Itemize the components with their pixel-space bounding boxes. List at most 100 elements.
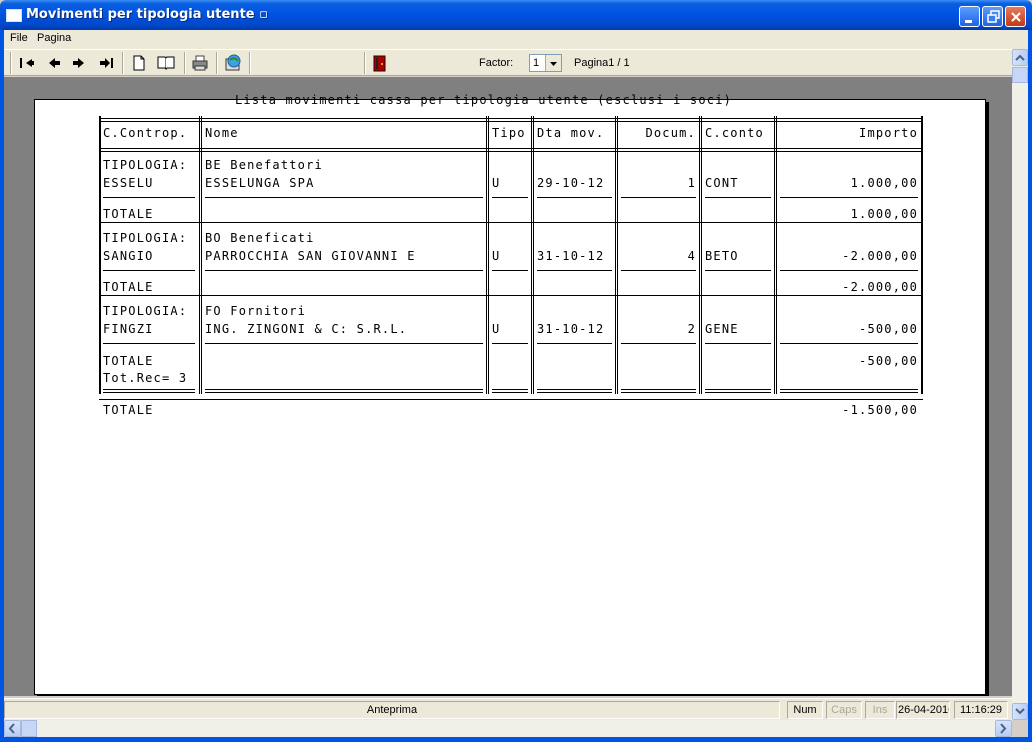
row-underline (780, 343, 918, 344)
single-page-icon[interactable] (129, 53, 149, 73)
toolbar-separator (184, 52, 186, 74)
column-separator (531, 116, 532, 394)
row-underline (705, 270, 771, 271)
table-bottom-line (537, 389, 612, 393)
prev-page-icon[interactable] (44, 53, 64, 73)
group-separator (101, 295, 921, 296)
row-doc: 1 (687, 176, 696, 190)
group-total-value: 1.000,00 (850, 207, 918, 221)
report-title: Lista movimenti cassa per tipologia uten… (235, 93, 733, 107)
column-separator (701, 116, 702, 394)
status-bar: Anteprima Num Caps Ins 26-04-2016 11:16:… (4, 698, 1012, 721)
toolbar-separator (249, 52, 251, 74)
row-conto: GENE (705, 322, 739, 336)
table-bottom-line (780, 389, 918, 393)
row-date: 31-10-12 (537, 249, 605, 263)
table-bottom-line (492, 389, 528, 393)
group-total-value: -2.000,00 (842, 280, 918, 294)
scroll-down-button[interactable] (1012, 703, 1028, 720)
row-underline (205, 197, 483, 198)
group-separator (101, 222, 921, 223)
column-separator (776, 116, 777, 394)
next-page-icon[interactable] (69, 53, 89, 73)
print-preview-area[interactable]: Lista movimenti cassa per tipologia uten… (4, 77, 1012, 696)
first-page-icon[interactable] (16, 53, 36, 73)
print-icon[interactable] (190, 53, 210, 73)
factor-select[interactable]: 1 (529, 54, 562, 72)
two-pages-icon[interactable] (156, 53, 176, 73)
scroll-left-button[interactable] (4, 720, 21, 737)
close-button[interactable] (1005, 6, 1026, 27)
status-main: Anteprima (4, 701, 780, 719)
grand-total-label: TOTALE (103, 403, 154, 417)
page-indicator: Pagina1 / 1 (574, 57, 630, 69)
scroll-up-button[interactable] (1012, 49, 1028, 66)
menu-file[interactable]: File (10, 32, 28, 44)
row-underline (103, 197, 195, 198)
row-importo: -2.000,00 (842, 249, 918, 263)
header-bottom-line (101, 148, 921, 152)
chevron-right-icon (1000, 723, 1007, 734)
group-tipologia: BO Beneficati (205, 231, 315, 245)
status-ins: Ins (865, 701, 895, 719)
window-title: Movimenti per tipologia utente ▫ (26, 7, 268, 22)
exit-door-icon[interactable] (370, 53, 390, 73)
row-doc: 2 (687, 322, 696, 336)
row-underline (780, 197, 918, 198)
group-label: TIPOLOGIA: (103, 158, 188, 172)
toolbar-separator (122, 52, 124, 74)
group-label: TIPOLOGIA: (103, 231, 188, 245)
vertical-scrollbar[interactable] (1012, 49, 1028, 720)
export-icon[interactable] (223, 53, 243, 73)
chevron-down-icon (1015, 708, 1025, 715)
header-nome: Nome (205, 126, 239, 140)
menu-bar: File Pagina (4, 30, 1028, 49)
scroll-thumb[interactable] (1012, 67, 1028, 83)
scroll-right-button[interactable] (995, 720, 1012, 737)
header-docum: Docum. (645, 126, 696, 140)
last-page-icon[interactable] (96, 53, 116, 73)
app-window-icon (6, 9, 22, 22)
toolbar-separator (216, 52, 218, 74)
column-separator (615, 116, 616, 394)
restore-button[interactable] (982, 6, 1003, 27)
factor-label: Factor: (479, 57, 514, 69)
row-underline (492, 270, 528, 271)
group-total-value: -500,00 (859, 354, 918, 368)
header-cconto: C.conto (705, 126, 764, 140)
column-separator (774, 116, 775, 394)
table-bottom-line (103, 389, 195, 393)
row-underline (705, 343, 771, 344)
row-code: ESSELU (103, 176, 154, 190)
row-underline (492, 197, 528, 198)
minimize-icon (965, 20, 972, 23)
row-tipo: U (492, 322, 501, 336)
hscroll-thumb[interactable] (21, 720, 37, 737)
report-page: Lista movimenti cassa per tipologia uten… (34, 93, 986, 695)
window-frame-bottom (0, 737, 1032, 742)
group-tipologia: FO Fornitori (205, 304, 307, 318)
minimize-button[interactable] (959, 6, 980, 27)
row-doc: 4 (687, 249, 696, 263)
horizontal-scrollbar[interactable] (4, 720, 1012, 737)
group-total-label: TOTALE (103, 280, 154, 294)
table-bottom-line (205, 389, 483, 393)
grand-total-value: -1.500,00 (842, 403, 918, 417)
header-tipo: Tipo (492, 126, 526, 140)
row-name: ESSELUNGA SPA (205, 176, 315, 190)
restore-icon (987, 10, 1000, 23)
row-underline (537, 343, 612, 344)
header-importo: Importo (859, 126, 918, 140)
chevron-left-icon (8, 723, 15, 734)
title-bar[interactable]: Movimenti per tipologia utente ▫ (0, 0, 1032, 30)
row-underline (492, 343, 528, 344)
column-separator (488, 116, 489, 394)
column-separator (533, 116, 534, 394)
row-underline (205, 343, 483, 344)
dropdown-arrow-button[interactable] (545, 55, 561, 71)
column-separator (486, 116, 487, 394)
row-code: SANGIO (103, 249, 154, 263)
menu-pagina[interactable]: Pagina (37, 32, 71, 44)
group-label: TIPOLOGIA: (103, 304, 188, 318)
row-underline (205, 270, 483, 271)
